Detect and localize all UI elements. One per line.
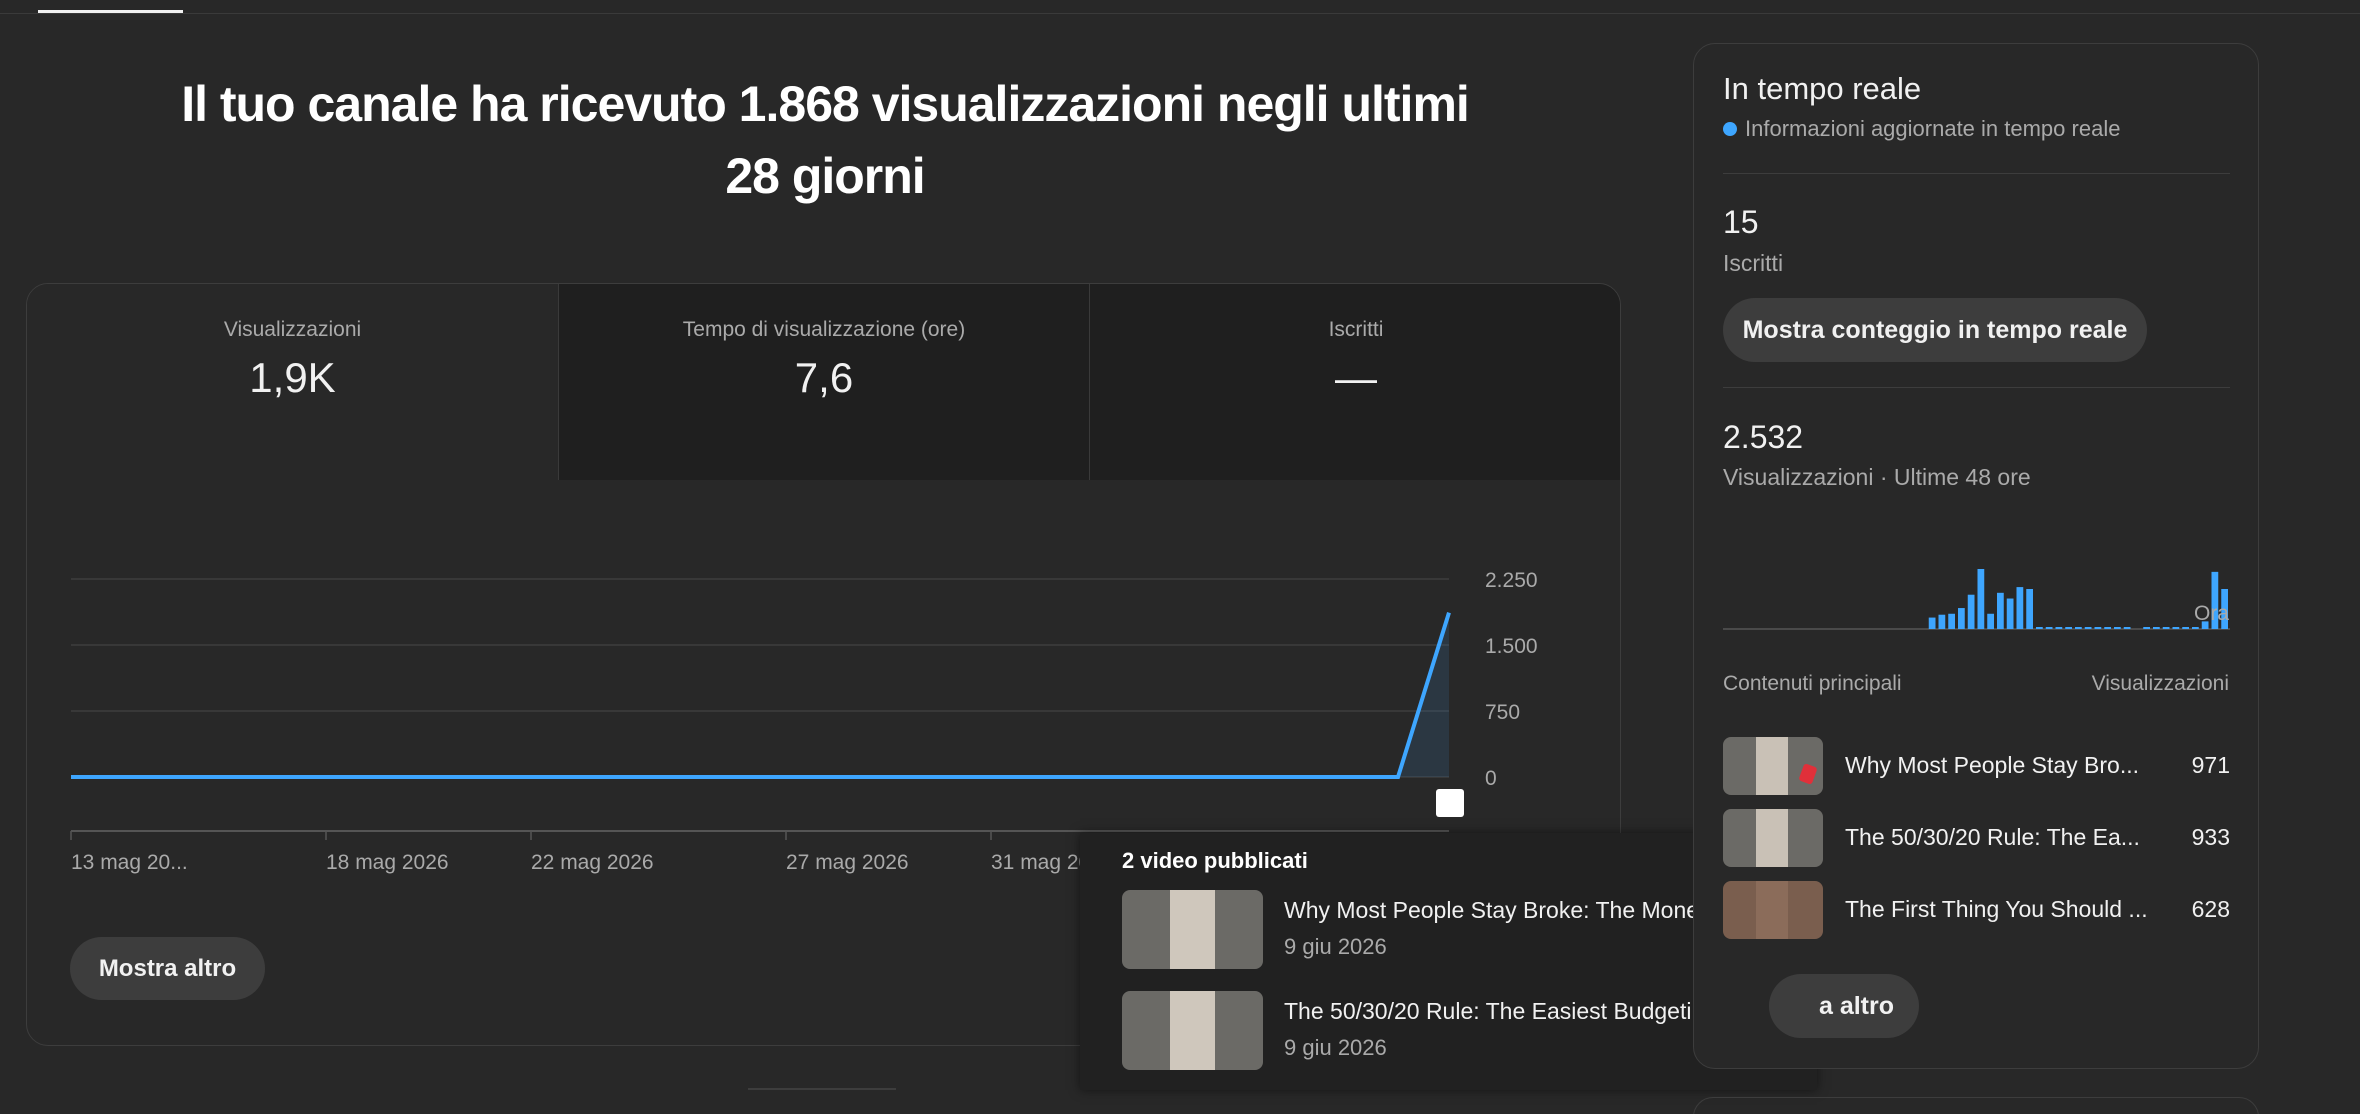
top-content-row[interactable]: The First Thing You Should ... 628 bbox=[1723, 881, 2230, 941]
realtime-bar bbox=[2182, 627, 2189, 629]
video-title: The 50/30/20 Rule: The Easiest Budgeti..… bbox=[1284, 998, 1711, 1024]
realtime-bar bbox=[2084, 627, 2092, 629]
top-divider bbox=[0, 13, 2360, 14]
video-thumbnail bbox=[1122, 991, 1263, 1070]
published-video-marker bbox=[1436, 789, 1464, 817]
realtime-card: In tempo reale Informazioni aggiornate i… bbox=[1693, 43, 2259, 1069]
show-more-button[interactable]: Mostra altro bbox=[70, 937, 265, 1000]
content-title: The First Thing You Should ... bbox=[1845, 896, 2148, 922]
realtime-bar bbox=[2006, 598, 2014, 629]
video-title: Why Most People Stay Broke: The Mone... bbox=[1284, 897, 1719, 923]
realtime-title: In tempo reale bbox=[1723, 71, 1922, 106]
realtime-bar bbox=[2153, 627, 2160, 629]
y-tick-label: 0 bbox=[1485, 767, 1497, 790]
realtime-bar-chart bbox=[1723, 569, 2230, 630]
video-thumbnail bbox=[1723, 809, 1823, 867]
views-48h-label: Visualizzazioni · Ultime 48 ore bbox=[1723, 464, 2031, 490]
realtime-bar bbox=[2016, 587, 2024, 629]
realtime-bar bbox=[2026, 589, 2033, 629]
page-headline: Il tuo canale ha ricevuto 1.868 visualiz… bbox=[181, 76, 1470, 204]
divider bbox=[1723, 387, 2230, 388]
show-live-count-button[interactable]: Mostra conteggio in tempo reale bbox=[1723, 298, 2147, 362]
realtime-bar bbox=[1948, 613, 1955, 629]
content-views: 933 bbox=[2191, 824, 2230, 850]
bar-axis-label: Ora bbox=[2193, 602, 2229, 625]
realtime-bar bbox=[1967, 594, 1975, 629]
video-date: 9 giu 2026 bbox=[1284, 1035, 1387, 1060]
popup-video-item[interactable]: Why Most People Stay Broke: The Mone... … bbox=[1122, 890, 1782, 970]
x-tick-label: 27 mag 2026 bbox=[786, 851, 909, 874]
realtime-bar bbox=[2123, 627, 2131, 629]
realtime-bar bbox=[1938, 614, 1946, 629]
realtime-bar bbox=[2055, 627, 2063, 629]
realtime-subtitle: Informazioni aggiornate in tempo reale bbox=[1723, 116, 2120, 142]
popup-video-item[interactable]: The 50/30/20 Rule: The Easiest Budgeti..… bbox=[1122, 991, 1782, 1071]
realtime-subtitle-text: Informazioni aggiornate in tempo reale bbox=[1745, 116, 2121, 141]
next-card-edge bbox=[1693, 1097, 2259, 1114]
video-thumbnail bbox=[1723, 881, 1823, 939]
realtime-bar bbox=[2104, 627, 2111, 629]
y-tick-label: 2.250 bbox=[1485, 569, 1538, 592]
y-tick-label: 1.500 bbox=[1485, 635, 1538, 658]
content-title: Why Most People Stay Bro... bbox=[1845, 752, 2140, 778]
series-line bbox=[71, 612, 1451, 779]
content-views: 971 bbox=[2191, 752, 2230, 778]
realtime-bar bbox=[2036, 627, 2043, 629]
divider bbox=[1723, 173, 2230, 174]
video-thumbnail bbox=[1122, 890, 1263, 969]
series-area bbox=[71, 612, 1449, 777]
active-tab-indicator bbox=[38, 10, 183, 13]
video-thumbnail bbox=[1723, 737, 1823, 795]
realtime-bar bbox=[2065, 627, 2072, 629]
subscriber-count: 15 bbox=[1723, 204, 1759, 240]
top-content-row[interactable]: The 50/30/20 Rule: The Ea... 933 bbox=[1723, 809, 2230, 869]
views-48h-count: 2.532 bbox=[1723, 419, 1804, 455]
realtime-bar bbox=[2143, 627, 2150, 629]
popup-title: 2 video pubblicati bbox=[1122, 848, 1308, 873]
realtime-bar bbox=[1928, 617, 1936, 629]
content-views: 628 bbox=[2191, 896, 2230, 922]
realtime-bar bbox=[1977, 569, 1985, 629]
realtime-bar bbox=[2172, 627, 2180, 629]
realtime-bar bbox=[2075, 627, 2082, 629]
realtime-bar bbox=[2162, 627, 2170, 629]
y-tick-label: 750 bbox=[1485, 701, 1520, 724]
top-content-views-header: Visualizzazioni bbox=[2091, 672, 2229, 695]
top-content-header: Contenuti principali bbox=[1723, 672, 1902, 695]
realtime-bar bbox=[1987, 613, 1994, 629]
subscriber-label: Iscritti bbox=[1723, 250, 1784, 276]
realtime-bar bbox=[2114, 627, 2121, 629]
content-title: The 50/30/20 Rule: The Ea... bbox=[1845, 824, 2140, 850]
video-date: 9 giu 2026 bbox=[1284, 934, 1387, 959]
x-tick-label: 22 mag 2026 bbox=[531, 851, 654, 874]
top-content-row[interactable]: Why Most People Stay Bro... 971 bbox=[1723, 737, 2230, 797]
live-dot-icon bbox=[1723, 122, 1737, 136]
x-tick-label: 13 mag 20... bbox=[71, 851, 188, 874]
bottom-divider bbox=[748, 1088, 896, 1090]
x-tick-label: 18 mag 2026 bbox=[326, 851, 449, 874]
realtime-bar bbox=[1997, 592, 2004, 629]
realtime-show-more-button[interactable]: a altro bbox=[1769, 974, 1919, 1038]
realtime-bar bbox=[1958, 608, 1965, 629]
realtime-bar bbox=[2192, 627, 2199, 629]
realtime-bar bbox=[2094, 627, 2102, 629]
realtime-bar bbox=[2045, 627, 2053, 629]
